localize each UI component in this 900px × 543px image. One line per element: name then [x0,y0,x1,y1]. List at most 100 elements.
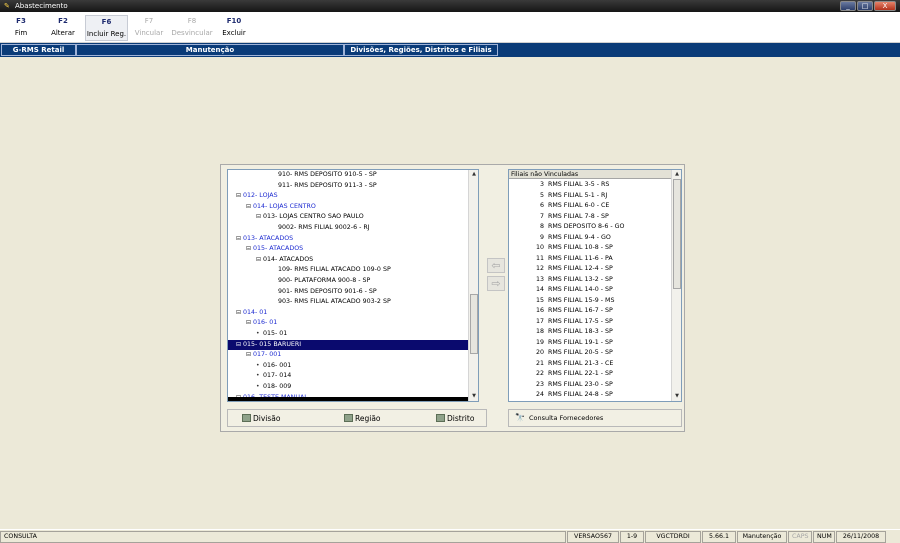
expand-collapse-icon[interactable]: ⊟ [256,212,263,222]
tree-node[interactable]: 900- PLATAFORMA 900-8 - SP [228,276,470,286]
tree-scroll-up-icon[interactable]: ▲ [469,170,478,179]
maximize-button[interactable]: □ [857,1,873,11]
desvincular-button[interactable]: F8 Desvincular [170,15,214,41]
list-item[interactable]: 14 RMS FILIAL 14-0 - SP [509,285,671,296]
list-item[interactable]: 10 RMS FILIAL 10-8 - SP [509,243,671,254]
leaf-node-icon[interactable]: • [256,361,263,371]
tree-node[interactable]: • 017- 014 [228,371,470,381]
list-item[interactable]: 17 RMS FILIAL 17-5 - SP [509,317,671,328]
list-item[interactable]: 15 RMS FILIAL 15-9 - MS [509,296,671,307]
leaf-node-icon[interactable]: • [256,382,263,392]
consulta-fornecedores-label: Consulta Fornecedores [528,414,604,422]
consulta-fornecedores-button[interactable]: 🔭 Consulta Fornecedores [508,409,682,427]
vincular-button[interactable]: F7 Vincular [131,15,167,41]
tree-node[interactable]: ⊟ 016- 01 [228,318,470,328]
list-item[interactable]: 23 RMS FILIAL 23-0 - SP [509,380,671,391]
close-button[interactable]: X [874,1,896,11]
leaf-node-icon[interactable]: • [256,371,263,381]
branch-code: 11 [535,254,544,262]
branch-code: 12 [535,265,544,272]
tree-node[interactable]: ⊟ 012- LOJAS [228,191,470,201]
list-item[interactable]: 21 RMS FILIAL 21-3 - CE [509,359,671,370]
list-item[interactable]: 11 RMS FILIAL 11-6 - PA [509,254,671,265]
branch-name: RMS FILIAL 12-4 - SP [548,265,613,272]
tree-node[interactable]: • 015- 01 [228,329,470,339]
list-item[interactable]: 25RMS FILIAL 25-6 - SP [509,401,671,402]
list-scroll-thumb[interactable] [673,179,681,289]
list-item[interactable]: 16 RMS FILIAL 16-7 - SP [509,306,671,317]
tree-scroll-thumb[interactable] [470,293,478,354]
branch-code: 5 [539,191,544,199]
list-item[interactable]: 13 RMS FILIAL 13-2 - SP [509,275,671,286]
move-left-arrow-icon[interactable]: ⇦ [487,258,505,273]
list-item[interactable]: 12 RMS FILIAL 12-4 - SP [509,264,671,275]
expand-collapse-icon[interactable]: ⊟ [246,318,253,328]
move-right-arrow-icon[interactable]: ⇨ [487,276,505,291]
tree-node[interactable]: 903- RMS FILIAL ATACADO 903-2 SP [228,297,470,307]
list-scroll-up-icon[interactable]: ▲ [672,170,681,179]
screen-title: Divisões, Regiões, Distritos e Filiais [344,44,498,56]
tree-node[interactable]: 901- RMS DEPOSITO 901-6 - SP [228,287,470,297]
branch-name: RMS DEPOSITO 8-6 - GO [548,223,625,230]
tree-node[interactable]: ⊟ 015- 015 BARUERI [228,339,470,350]
expand-collapse-icon[interactable]: ⊟ [246,202,253,212]
branch-name: RMS FILIAL 20-5 - SP [548,349,613,356]
regiao-button[interactable]: Região [344,411,381,426]
minimize-button[interactable]: _ [840,1,856,11]
list-item[interactable]: 7 RMS FILIAL 7-8 - SP [509,212,671,223]
status-bar: CONSULTA VERSAO567 1-9 VGCTDRDI 5.66.1 M… [0,529,900,543]
tree-scroll-down-icon[interactable]: ▼ [469,392,478,401]
distrito-button[interactable]: Distrito [436,411,474,426]
tree-node[interactable]: 9002- RMS FILIAL 9002-6 - RJ [228,223,470,233]
hierarchy-tree[interactable]: 910- RMS DEPOSITO 910-5 - SP 911- RMS DEP… [227,169,479,402]
fim-key: F3 [16,17,26,25]
divisao-button[interactable]: Divisão [242,411,280,426]
tree-node[interactable]: • 018- 009 [228,382,470,392]
expand-collapse-icon[interactable]: ⊟ [236,234,243,244]
alterar-button[interactable]: F2 Alterar [46,15,80,41]
list-item[interactable]: 9 RMS FILIAL 9-4 - GO [509,233,671,244]
list-item[interactable]: 8 RMS DEPOSITO 8-6 - GO [509,222,671,233]
expand-collapse-icon[interactable]: ⊟ [236,191,243,201]
branch-name: RMS FILIAL 16-7 - SP [548,307,613,314]
tree-node[interactable]: 911- RMS DEPOSITO 911-3 - SP [228,181,470,191]
list-scroll-down-icon[interactable]: ▼ [672,392,681,401]
status-mode: CONSULTA [0,531,566,543]
list-item[interactable]: 6 RMS FILIAL 6-0 - CE [509,201,671,212]
tree-node[interactable]: ⊟ 017- 001 [228,350,470,360]
divisao-icon [242,414,251,422]
fim-button[interactable]: F3 Fim [4,15,38,41]
tree-node[interactable]: ⊟ 013- LOJAS CENTRO SAO PAULO [228,212,470,222]
list-item[interactable]: 20 RMS FILIAL 20-5 - SP [509,348,671,359]
leaf-node-icon[interactable]: • [256,329,263,339]
expand-collapse-icon[interactable]: ⊟ [236,340,243,350]
list-item[interactable]: 5 RMS FILIAL 5-1 - RJ [509,191,671,202]
list-item[interactable]: 22 RMS FILIAL 22-1 - SP [509,369,671,380]
status-program: VGCTDRDI [645,531,701,543]
list-item[interactable]: 24 RMS FILIAL 24-8 - SP [509,390,671,401]
expand-collapse-icon[interactable]: ⊟ [256,255,263,265]
tree-node[interactable]: ⊟ 014- 01 [228,308,470,318]
expand-collapse-icon[interactable]: ⊟ [246,350,253,360]
unlinked-branches-list[interactable]: Filiais não Vinculadas 3 RMS FILIAL 3-5 -… [508,169,682,402]
list-item[interactable]: 3 RMS FILIAL 3-5 - RS [509,180,671,191]
excluir-button[interactable]: F10 Excluir [217,15,251,41]
tree-scrollbar[interactable]: ▲ ▼ [468,170,478,401]
tree-node[interactable]: ⊟ 013- ATACADOS [228,234,470,244]
branch-code: 3 [539,181,544,188]
tree-node[interactable]: 910- RMS DEPOSITO 910-5 - SP [228,170,470,180]
tree-node[interactable]: • 016- 001 [228,361,470,371]
expand-collapse-icon[interactable]: ⊟ [236,308,243,318]
list-header: Filiais não Vinculadas [509,170,671,179]
expand-collapse-icon[interactable]: ⊟ [246,244,253,254]
list-item[interactable]: 18 RMS FILIAL 18-3 - SP [509,327,671,338]
incluir-reg-button[interactable]: F6 Incluir Reg. [85,15,128,41]
tree-node-label: 018- 009 [263,383,292,390]
tree-node[interactable]: 109- RMS FILIAL ATACADO 109-0 SP [228,265,470,275]
tree-node[interactable]: ⊟ 015- ATACADOS [228,244,470,254]
list-scrollbar[interactable]: ▲ ▼ [671,170,681,401]
list-item[interactable]: 19 RMS FILIAL 19-1 - SP [509,338,671,349]
tree-button-bar: Divisão Região Distrito [227,409,487,427]
tree-node[interactable]: ⊟ 014- ATACADOS [228,255,470,265]
tree-node[interactable]: ⊟ 014- LOJAS CENTRO [228,202,470,212]
